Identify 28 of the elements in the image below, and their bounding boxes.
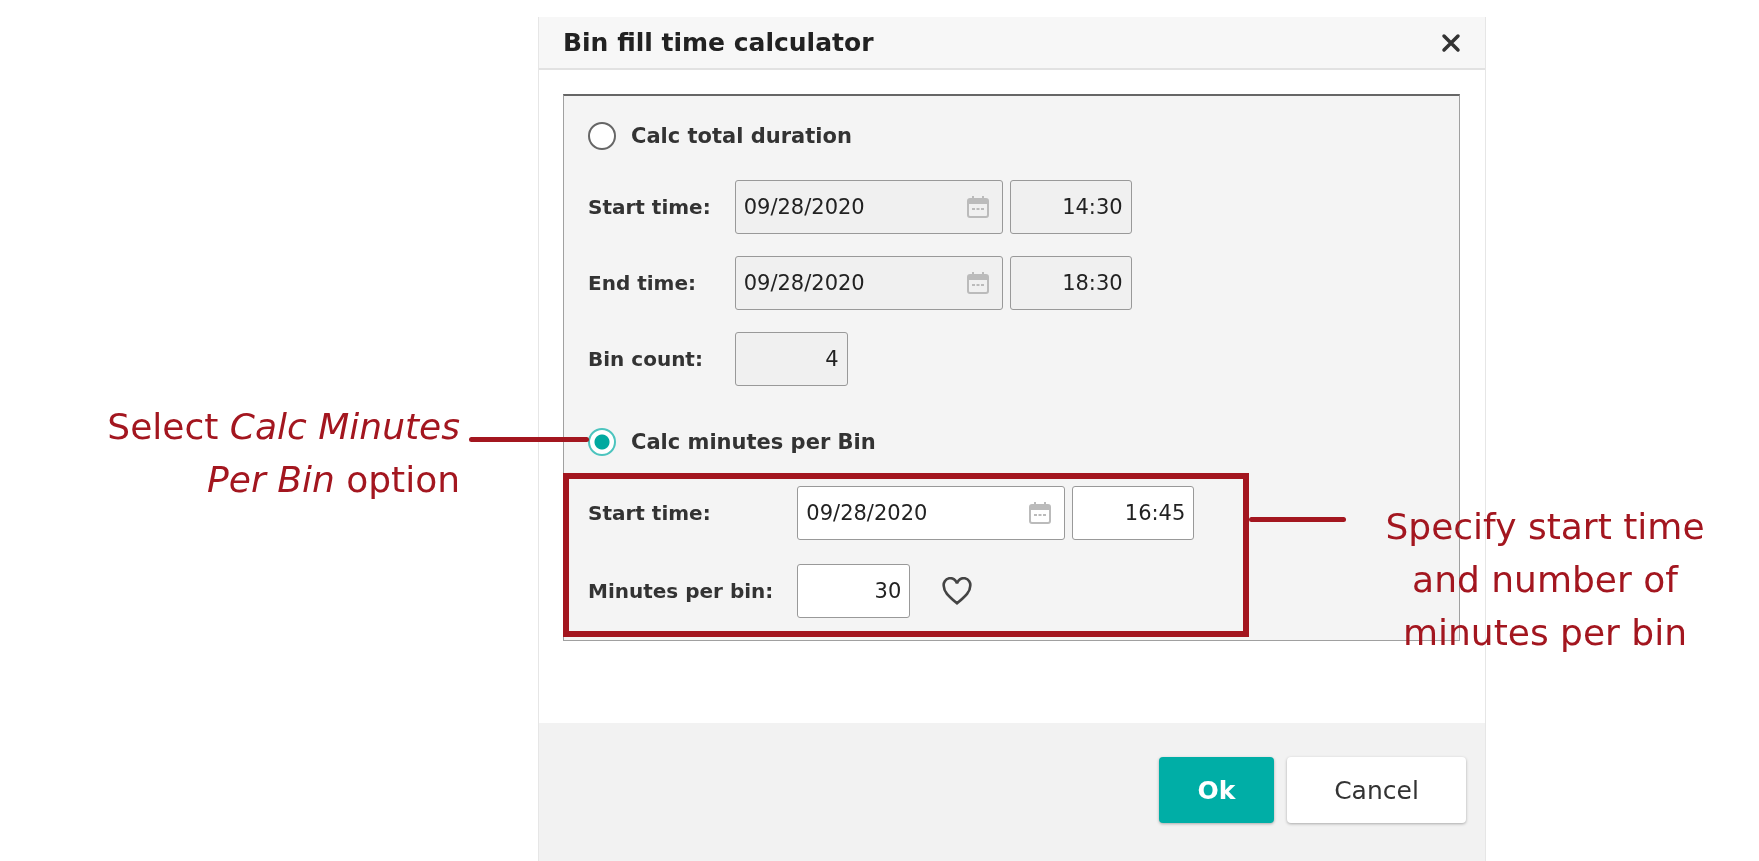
field-label: Bin count: xyxy=(588,347,704,371)
radio-option[interactable]: Calc total duration xyxy=(588,110,852,162)
field-label: Start time: xyxy=(588,195,711,219)
number-field[interactable]: 30 xyxy=(797,564,911,618)
time-field[interactable]: 18:30 xyxy=(1009,256,1132,310)
radio-option[interactable]: Calc minutes per Bin xyxy=(588,416,876,468)
close-icon xyxy=(1441,32,1461,53)
field-label: End time: xyxy=(588,271,697,295)
option-label: Calc minutes per Bin xyxy=(631,430,876,454)
heart-icon[interactable] xyxy=(941,576,974,606)
dialog-title: Bin fill time calculator xyxy=(563,28,874,57)
date-field[interactable]: 09/28/2020 xyxy=(797,486,1066,540)
calendar-icon[interactable] xyxy=(1028,501,1053,525)
date-field[interactable]: 09/28/2020 xyxy=(734,180,1003,234)
field-label: Start time: xyxy=(588,501,712,525)
time-field[interactable]: 16:45 xyxy=(1072,486,1195,540)
calendar-icon[interactable] xyxy=(965,271,990,295)
radio-button[interactable] xyxy=(588,122,616,150)
time-field[interactable]: 14:30 xyxy=(1009,180,1132,234)
cancel-button[interactable]: Cancel xyxy=(1287,757,1466,823)
field-label: Minutes per bin: xyxy=(588,579,774,603)
date-field[interactable]: 09/28/2020 xyxy=(734,256,1003,310)
option-label: Calc total duration xyxy=(631,124,852,148)
number-field[interactable]: 4 xyxy=(734,332,848,386)
radio-button[interactable] xyxy=(588,428,616,456)
calendar-icon[interactable] xyxy=(965,195,990,219)
annotation-text: Select Calc Minutes Per Bin option xyxy=(106,405,460,502)
annotation-text: Specify start time and number of minutes per bin xyxy=(1384,505,1706,655)
